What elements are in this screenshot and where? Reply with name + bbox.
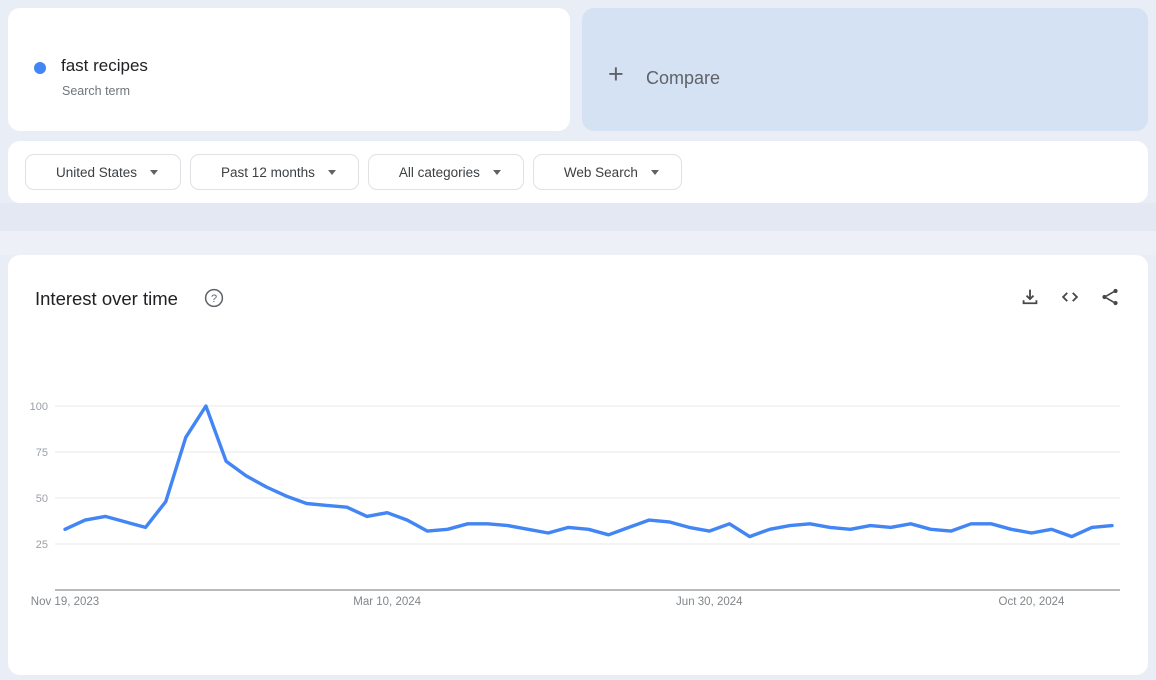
- help-icon[interactable]: ?: [204, 288, 224, 308]
- search-term-text: fast recipes: [61, 56, 148, 75]
- chevron-down-icon: [327, 169, 336, 175]
- x-axis-tick-label: Mar 10, 2024: [353, 596, 421, 608]
- chevron-down-icon: [492, 169, 501, 175]
- y-axis-tick-label: 25: [36, 539, 48, 551]
- chart-actions: [1019, 286, 1121, 308]
- svg-text:?: ?: [211, 293, 217, 305]
- interest-over-time-chart[interactable]: 25 50 75 100 Nov 19, 2023 Mar 10, 2024 Jun 30,…: [8, 365, 1148, 625]
- category-filter-dropdown[interactable]: All categories: [367, 154, 524, 190]
- search-term-card[interactable]: fast recipes Search term: [8, 8, 570, 131]
- google-trends-explore-page: { "search_card": { "term": "fast recipes…: [0, 0, 1156, 680]
- x-axis-tick-label: Oct 20, 2024: [999, 596, 1065, 608]
- series-color-dot-icon: [34, 62, 46, 74]
- y-axis-tick-label: 75: [36, 447, 48, 459]
- y-axis-tick-label: 50: [36, 493, 48, 505]
- add-comparison-card[interactable]: + Compare: [582, 8, 1148, 131]
- share-button[interactable]: [1099, 286, 1121, 308]
- y-axis-tick-label: 100: [30, 401, 48, 413]
- x-axis-tick-label: Nov 19, 2023: [31, 596, 99, 608]
- share-icon: [1102, 288, 1118, 306]
- download-button[interactable]: [1019, 286, 1041, 308]
- region-filter-dropdown[interactable]: United States: [25, 154, 182, 190]
- question-mark-circle-icon: ?: [204, 288, 224, 308]
- compare-label: Compare: [646, 68, 721, 88]
- chevron-down-icon: [650, 169, 659, 175]
- embed-code-icon: [1061, 292, 1079, 302]
- category-filter-label: All categories: [398, 164, 480, 180]
- filter-bar: United States Past 12 months All categor…: [8, 141, 1148, 203]
- time-range-filter-dropdown[interactable]: Past 12 months: [190, 154, 359, 190]
- plus-icon: +: [608, 59, 624, 89]
- search-term-type-label: Search term: [62, 84, 131, 98]
- trend-line: [63, 404, 1114, 539]
- search-type-filter-label: Web Search: [563, 164, 638, 180]
- search-type-filter-dropdown[interactable]: Web Search: [532, 154, 682, 190]
- interest-over-time-panel: Interest over time ? 25 50 75 100 Nov 19…: [8, 255, 1148, 675]
- time-range-filter-label: Past 12 months: [221, 164, 315, 180]
- embed-button[interactable]: [1059, 286, 1081, 308]
- region-filter-label: United States: [56, 164, 138, 180]
- background-band: [0, 203, 1156, 231]
- download-icon: [1022, 289, 1038, 305]
- background-band-light: [0, 231, 1156, 255]
- chevron-down-icon: [150, 169, 159, 175]
- x-axis-tick-label: Jun 30, 2024: [676, 596, 743, 608]
- panel-title: Interest over time: [35, 288, 178, 309]
